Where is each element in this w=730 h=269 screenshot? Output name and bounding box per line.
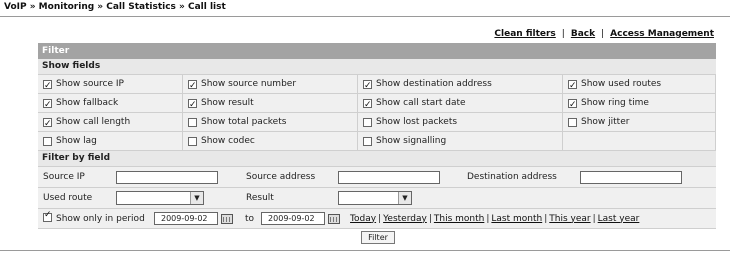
field-option[interactable]: Show used routes — [563, 75, 716, 95]
checkbox[interactable] — [188, 96, 197, 114]
checkbox[interactable] — [43, 136, 52, 146]
access-management-link[interactable]: Access Management — [610, 29, 714, 39]
field-option[interactable]: Show jitter — [563, 113, 716, 132]
panel-title: Filter — [38, 43, 716, 59]
clean-filters-link[interactable]: Clean filters — [494, 29, 555, 39]
field-label: Show lost packets — [376, 117, 458, 127]
field-option[interactable]: Show ring time — [563, 94, 716, 114]
show-fields-grid: Show source IP Show source number Show d… — [38, 75, 716, 151]
period-label: Show only in period — [56, 213, 145, 224]
checkbox[interactable] — [363, 96, 372, 114]
field-option[interactable]: Show source number — [183, 75, 358, 95]
destination-address-label: Destination address — [467, 172, 557, 182]
used-route-select[interactable]: ▼ — [116, 191, 204, 205]
field-label: Show destination address — [376, 79, 492, 89]
field-label: Show codec — [201, 136, 255, 146]
yesterday-link[interactable]: Yesterday — [383, 214, 427, 224]
period-checkbox[interactable] — [43, 210, 52, 222]
field-option[interactable]: Show lag — [38, 132, 183, 151]
to-label: to — [245, 213, 255, 224]
date-to-input[interactable]: 2009-09-02 — [261, 212, 326, 225]
last-year-link[interactable]: Last year — [598, 214, 640, 224]
checkbox[interactable] — [568, 77, 577, 95]
field-option[interactable]: Show call length — [38, 113, 183, 133]
date-from-input[interactable]: 2009-09-02 — [154, 212, 218, 225]
field-option[interactable]: Show signalling — [358, 132, 563, 151]
checkbox[interactable] — [188, 77, 197, 95]
result-select[interactable]: ▼ — [338, 191, 412, 205]
checkbox[interactable] — [188, 136, 197, 146]
separator: | — [601, 29, 605, 39]
field-label: Show used routes — [581, 79, 662, 89]
top-links: Clean filters | Back | Access Management — [494, 29, 714, 39]
checkbox[interactable] — [43, 96, 52, 114]
checkbox[interactable] — [43, 77, 52, 95]
source-address-input[interactable] — [338, 170, 440, 184]
checkbox[interactable] — [568, 96, 577, 114]
field-option[interactable]: Show result — [183, 94, 358, 114]
field-label: Show call length — [56, 117, 131, 127]
period-row: Show only in period 2009-09-02 to 2009-0… — [38, 209, 716, 229]
calendar-icon[interactable] — [328, 213, 341, 224]
checkbox[interactable] — [568, 117, 577, 127]
dropdown-arrow-icon: ▼ — [398, 192, 411, 204]
field-option[interactable]: Show total packets — [183, 113, 358, 132]
field-label: Show jitter — [581, 117, 630, 127]
checkbox[interactable] — [363, 77, 372, 95]
field-label: Show signalling — [376, 136, 447, 146]
separator: | — [378, 213, 382, 224]
filter-button[interactable]: Filter — [361, 231, 395, 244]
divider-top — [0, 16, 730, 17]
source-ip-label: Source IP — [43, 172, 85, 182]
last-month-link[interactable]: Last month — [491, 214, 542, 224]
field-option[interactable]: Show fallback — [38, 94, 183, 114]
calendar-icon[interactable] — [221, 213, 233, 224]
show-fields-label: Show fields — [38, 59, 716, 75]
field-option[interactable]: Show lost packets — [358, 113, 563, 132]
field-label: Show fallback — [56, 98, 119, 108]
filter-by-field-label: Filter by field — [38, 151, 716, 167]
separator: | — [592, 213, 596, 224]
field-label: Show total packets — [201, 117, 287, 127]
separator: | — [486, 213, 490, 224]
result-label: Result — [246, 193, 274, 203]
back-link[interactable]: Back — [571, 29, 595, 39]
checkbox[interactable] — [188, 117, 197, 127]
separator: | — [561, 29, 565, 39]
field-label: Show ring time — [581, 98, 649, 108]
today-link[interactable]: Today — [350, 214, 376, 224]
dropdown-arrow-icon: ▼ — [190, 192, 203, 204]
field-label: Show lag — [56, 136, 97, 146]
checkbox[interactable] — [43, 115, 52, 133]
checkbox[interactable] — [363, 136, 372, 146]
used-route-label: Used route — [43, 193, 93, 203]
breadcrumb: VoIP » Monitoring » Call Statistics » Ca… — [4, 2, 226, 12]
this-month-link[interactable]: This month — [434, 214, 484, 224]
filter-row-addresses: Source IP Source address Destination add… — [38, 167, 716, 188]
separator: | — [544, 213, 548, 224]
source-address-label: Source address — [246, 172, 316, 182]
field-option[interactable]: Show call start date — [358, 94, 563, 114]
checkbox[interactable] — [363, 117, 372, 127]
this-year-link[interactable]: This year — [549, 214, 590, 224]
destination-address-input[interactable] — [580, 170, 682, 184]
divider-bottom — [0, 250, 730, 251]
period-checkbox-wrap — [38, 210, 52, 225]
field-label: Show call start date — [376, 98, 466, 108]
field-option[interactable]: Show destination address — [358, 75, 563, 95]
field-label: Show source IP — [56, 79, 124, 89]
field-label: Show source number — [201, 79, 297, 89]
empty-cell — [563, 132, 716, 151]
source-ip-input[interactable] — [116, 170, 218, 184]
separator: | — [428, 213, 432, 224]
filter-row-selects: Used route ▼ Result ▼ — [38, 188, 716, 209]
field-label: Show result — [201, 98, 254, 108]
filter-panel: Filter Show fields Show source IP Show s… — [38, 43, 716, 229]
field-option[interactable]: Show source IP — [38, 75, 183, 95]
field-option[interactable]: Show codec — [183, 132, 358, 151]
